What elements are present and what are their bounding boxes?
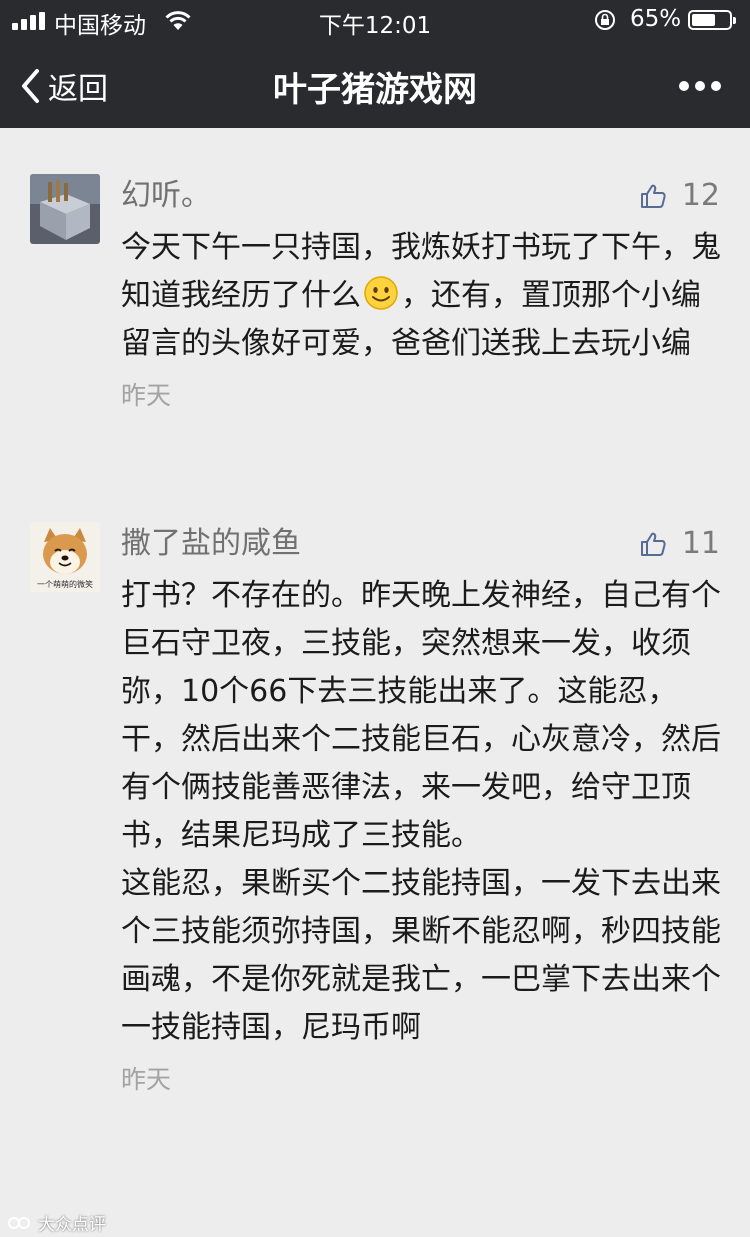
more-options-button[interactable] [670,72,730,100]
comment-username: 幻听。 [121,178,211,213]
navigation-bar: 中国移动 下午12:01 65% 返回 叶子猪游戏网 [0,0,750,128]
status-bar: 中国移动 下午12:01 65% [0,0,750,40]
comment-date: 昨天 [121,1065,172,1094]
watermark: 大众点评 [8,1210,106,1235]
back-label: 返回 [48,72,108,107]
avatar[interactable]: 一个萌萌的微笑 [30,522,100,592]
thumbs-up-icon [640,532,666,556]
battery-percent: 65% [630,6,682,32]
watermark-logo-icon [8,1216,30,1229]
comment-text: 打书？不存在的。昨天晚上发神经，自己有个巨石守卫夜，三技能，突然想来一发，收须弥… [121,578,721,1045]
more-dots-icon [679,81,689,91]
like-button[interactable]: 11 [640,526,720,561]
chevron-left-icon [22,69,39,103]
battery-icon [688,10,736,30]
page-title: 叶子猪游戏网 [273,70,477,110]
rotation-lock-icon [595,10,615,30]
like-count: 12 [681,178,720,213]
comment-username: 撒了盐的咸鱼 [121,526,301,561]
watermark-text: 大众点评 [38,1215,106,1235]
like-count: 11 [681,526,720,561]
comment-date: 昨天 [121,381,172,410]
back-button[interactable]: 返回 [20,66,108,107]
comment-text: 今天下午一只持国，我炼妖打书玩了下午，鬼知道我经历了什么 ，还有，置顶那个小编留言… [121,230,721,361]
thumbs-up-icon [640,184,666,208]
smile-emoji-icon [364,276,398,310]
avatar[interactable] [30,174,100,244]
like-button[interactable]: 12 [640,178,720,213]
avatar-caption: 一个萌萌的微笑 [37,580,93,589]
